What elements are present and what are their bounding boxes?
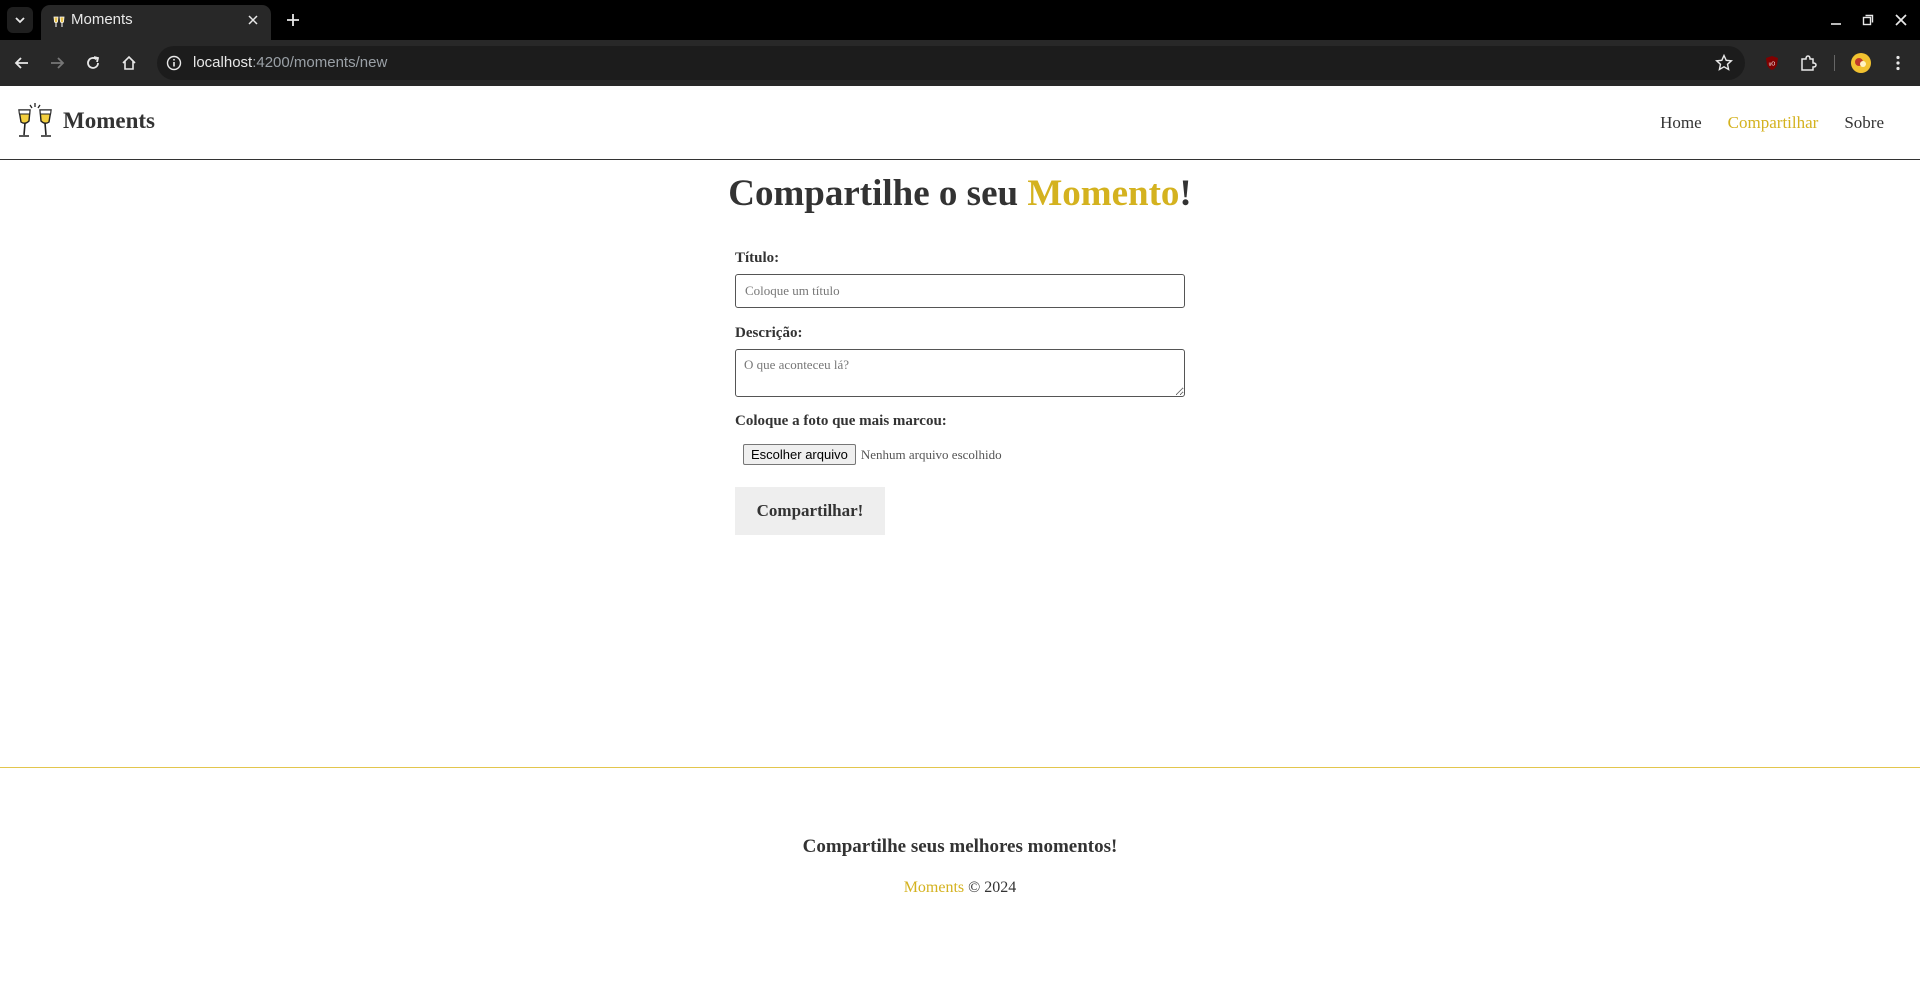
page-title: Compartilhe o seu Momento! [0,172,1920,215]
title-label: Título: [735,250,780,266]
nav-link-sobre[interactable]: Sobre [1844,113,1884,133]
puzzle-icon [1801,55,1817,71]
title-input[interactable] [735,274,1185,308]
tab-title: Moments [71,11,133,28]
home-button[interactable] [117,51,141,75]
ublock-extension-button[interactable]: uO [1760,51,1784,75]
footer-year: © 2024 [964,879,1017,896]
plus-icon [287,14,299,26]
address-bar[interactable]: localhost:4200/moments/new [157,46,1745,80]
footer-brand: Moments [903,879,965,896]
close-icon [248,15,258,25]
title-highlight: Momento [1027,173,1180,214]
moment-form: Título: Descrição: Coloque a foto que ma… [735,250,1185,535]
browser-tab[interactable]: Moments [41,5,271,40]
description-label: Descrição: [735,325,803,341]
page-content: Moments Home Compartilhar Sobre Comparti… [0,86,1920,998]
restore-icon [1862,14,1874,26]
nav-links: Home Compartilhar Sobre [1660,113,1884,133]
brand-name: Moments [63,108,155,133]
tab-search-button[interactable] [7,7,33,33]
svg-text:uO: uO [1769,62,1776,68]
info-icon[interactable] [166,55,182,71]
profile-button[interactable] [1849,51,1873,75]
browser-toolbar: localhost:4200/moments/new uO [0,40,1920,86]
footer-copyright: Moments © 2024 [0,879,1920,897]
arrow-right-icon [51,57,65,69]
navbar: Moments Home Compartilhar Sobre [0,86,1920,160]
close-window-button[interactable] [1891,10,1911,30]
extensions-button[interactable] [1796,51,1820,75]
bookmark-star-icon[interactable] [1715,54,1733,72]
logo-link[interactable]: Moments [15,101,155,141]
forward-button[interactable] [45,51,69,75]
home-icon [122,55,136,70]
close-tab-button[interactable] [243,10,263,30]
url-path: :4200/moments/new [252,54,388,71]
image-label: Coloque a foto que mais marcou: [735,413,947,429]
footer-message: Compartilhe seus melhores momentos! [802,836,1118,857]
title-prefix: Compartilhe o seu [728,173,1028,214]
minimize-button[interactable] [1826,10,1846,30]
chevron-down-icon [15,17,25,24]
choose-file-button[interactable]: Escolher arquivo [743,444,856,465]
more-vertical-icon [1896,55,1900,71]
minimize-icon [1831,23,1841,25]
toast-glasses-icon [53,16,65,27]
restore-button[interactable] [1858,10,1878,30]
file-input: Escolher arquivo Nenhum arquivo escolhid… [735,444,1185,465]
arrow-left-icon [14,57,28,69]
footer: Compartilhe seus melhores momentos! Mome… [0,767,1920,999]
ublock-shield-icon: uO [1766,56,1778,70]
description-textarea[interactable] [735,349,1185,397]
nav-link-compartilhar[interactable]: Compartilhar [1728,113,1819,133]
nav-link-home[interactable]: Home [1660,113,1702,133]
browser-menu-button[interactable] [1886,51,1910,75]
submit-button[interactable]: Compartilhar! [735,487,885,535]
url-text[interactable]: localhost:4200/moments/new [193,54,387,71]
new-tab-button[interactable] [282,9,304,31]
back-button[interactable] [10,51,34,75]
close-icon [1895,14,1907,26]
reload-icon [87,56,100,69]
file-status-text: Nenhum arquivo escolhido [860,446,1002,462]
toolbar-divider [1834,55,1835,71]
title-suffix: ! [1179,173,1192,214]
url-host: localhost [193,54,253,71]
avatar [1851,53,1871,73]
browser-tab-strip: Moments [0,0,1920,40]
toast-glasses-icon [18,103,52,137]
reload-button[interactable] [81,51,105,75]
